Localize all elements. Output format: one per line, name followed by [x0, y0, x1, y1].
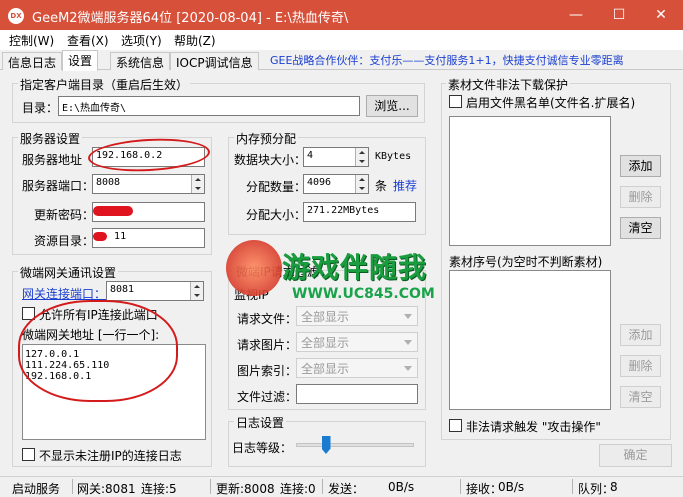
attack-trigger-checkbox[interactable]	[449, 419, 462, 432]
menu-control[interactable]: 控制(W)	[9, 32, 54, 49]
status-send-rate: 0B/s	[388, 480, 415, 494]
client-dir-title: 指定客户端目录（重启后生效）	[18, 76, 191, 93]
tab-iocp-debug[interactable]: IOCP调试信息	[170, 52, 259, 70]
seq-delete-button[interactable]: 删除	[620, 355, 661, 377]
tab-system-info[interactable]: 系统信息	[110, 52, 171, 70]
window-title: GeeM2微端服务器64位 [2020-08-04] - E:\热血传奇\	[32, 11, 349, 26]
status-update-conn: 连接:0	[280, 482, 316, 496]
blacklist-clear-button[interactable]: 清空	[620, 217, 661, 239]
app-icon: DX	[8, 8, 24, 24]
redaction-scribble	[93, 206, 133, 216]
blacklist-label: 启用文件黑名单(文件名.扩展名)	[466, 96, 636, 110]
close-button[interactable]: ✕	[640, 2, 682, 28]
blacklist-delete-button[interactable]: 删除	[620, 186, 661, 208]
browse-button[interactable]: 浏览...	[366, 95, 418, 117]
status-recv-label: 接收：	[466, 482, 503, 496]
gateway-group-title: 微端网关通讯设置	[18, 264, 119, 281]
status-bar: 启动服务 网关:8081 连接:5 更新:8008 连接:0 发送： 0B/s …	[0, 476, 683, 496]
server-port-spinner[interactable]	[191, 175, 204, 193]
tab-settings[interactable]: 设置	[62, 50, 99, 71]
promo-text[interactable]: GEE战略合作伙伴：支付乐——支付服务1+1，快捷支付诚信专业零距离	[270, 52, 624, 68]
block-size-unit: KBytes	[375, 151, 412, 162]
block-size-label: 数据块大小：	[234, 153, 307, 167]
blacklist-add-button[interactable]: 添加	[620, 155, 661, 177]
red-annotation-circle	[18, 300, 178, 402]
title-bar: DX GeeM2微端服务器64位 [2020-08-04] - E:\热血传奇\…	[0, 0, 683, 30]
request-image-label: 请求图片：	[237, 338, 298, 352]
image-index-select[interactable]: 全部显示	[296, 358, 418, 378]
maximize-button[interactable]: ☐	[598, 2, 640, 28]
watermark-title: 游戏伴随我	[282, 251, 428, 284]
alloc-size-output: 271.22MBytes	[303, 202, 416, 222]
log-group-title: 日志设置	[234, 414, 287, 431]
image-index-label: 图片索引：	[237, 364, 298, 378]
alloc-count-unit: 条	[375, 179, 388, 193]
menu-options[interactable]: 选项(Y)	[121, 32, 162, 49]
menu-view[interactable]: 查看(X)	[67, 32, 109, 49]
seq-clear-button[interactable]: 清空	[620, 386, 661, 408]
block-size-spinner[interactable]	[355, 148, 368, 166]
status-queue-label: 队列：	[578, 482, 615, 496]
client-dir-input[interactable]: E:\热血传奇\	[58, 96, 360, 116]
update-password-label: 更新密码：	[34, 208, 95, 222]
blacklist-listbox[interactable]	[449, 116, 611, 246]
redaction-scribble	[93, 232, 107, 241]
watermark-logo	[226, 240, 282, 296]
resource-dir-label: 资源目录：	[34, 234, 95, 248]
material-group-title: 素材文件非法下载保护	[446, 76, 571, 93]
seq-add-button[interactable]: 添加	[620, 324, 661, 346]
log-level-label: 日志等级：	[232, 441, 293, 455]
status-service: 启动服务	[12, 482, 61, 496]
alloc-count-label: 分配数量：	[246, 180, 307, 194]
request-image-select[interactable]: 全部显示	[296, 332, 418, 352]
client-dir-label: 目录：	[22, 101, 59, 115]
resource-dir-input[interactable]: -- 11	[92, 228, 205, 248]
watermark-url: WWW.UC845.COM	[292, 286, 435, 302]
material-seq-label: 素材序号(为空时不判断素材)	[449, 255, 603, 269]
memory-group-title: 内存预分配	[234, 130, 299, 147]
request-file-select[interactable]: 全部显示	[296, 306, 418, 326]
alloc-count-spinner[interactable]	[355, 175, 368, 193]
status-queue-value: 8	[610, 480, 618, 494]
status-update-port: 更新:8008	[216, 482, 275, 496]
hide-unregistered-log-checkbox[interactable]	[22, 448, 35, 461]
menu-bar: 控制(W) 查看(X) 选项(Y) 帮助(Z)	[0, 30, 683, 50]
attack-trigger-label: 非法请求触发 "攻击操作"	[466, 420, 601, 434]
request-file-label: 请求文件：	[237, 312, 298, 326]
minimize-button[interactable]: —	[555, 2, 597, 28]
blacklist-checkbox[interactable]	[449, 95, 462, 108]
log-level-track	[296, 443, 414, 447]
alloc-size-label: 分配大小：	[246, 208, 307, 222]
confirm-button[interactable]: 确定	[599, 444, 672, 467]
file-filter-label: 文件过滤：	[237, 390, 298, 404]
status-gateway-conn: 连接:5	[141, 482, 177, 496]
server-port-input[interactable]: 8008	[92, 174, 205, 194]
server-group-title: 服务器设置	[18, 130, 83, 147]
recommend-link[interactable]: 推荐	[393, 177, 417, 194]
status-send-label: 发送：	[328, 482, 365, 496]
material-seq-listbox[interactable]	[449, 270, 611, 410]
file-filter-input[interactable]	[296, 384, 418, 404]
gateway-port-spinner[interactable]	[190, 282, 203, 300]
tab-info-log[interactable]: 信息日志	[2, 52, 63, 70]
status-gateway-port: 网关:8081	[77, 482, 136, 496]
server-addr-label: 服务器地址	[22, 153, 83, 167]
server-port-label: 服务器端口：	[22, 179, 95, 193]
menu-help[interactable]: 帮助(Z)	[174, 32, 216, 49]
hide-unregistered-log-label: 不显示未注册IP的连接日志	[39, 449, 182, 463]
status-recv-rate: 0B/s	[498, 480, 525, 494]
